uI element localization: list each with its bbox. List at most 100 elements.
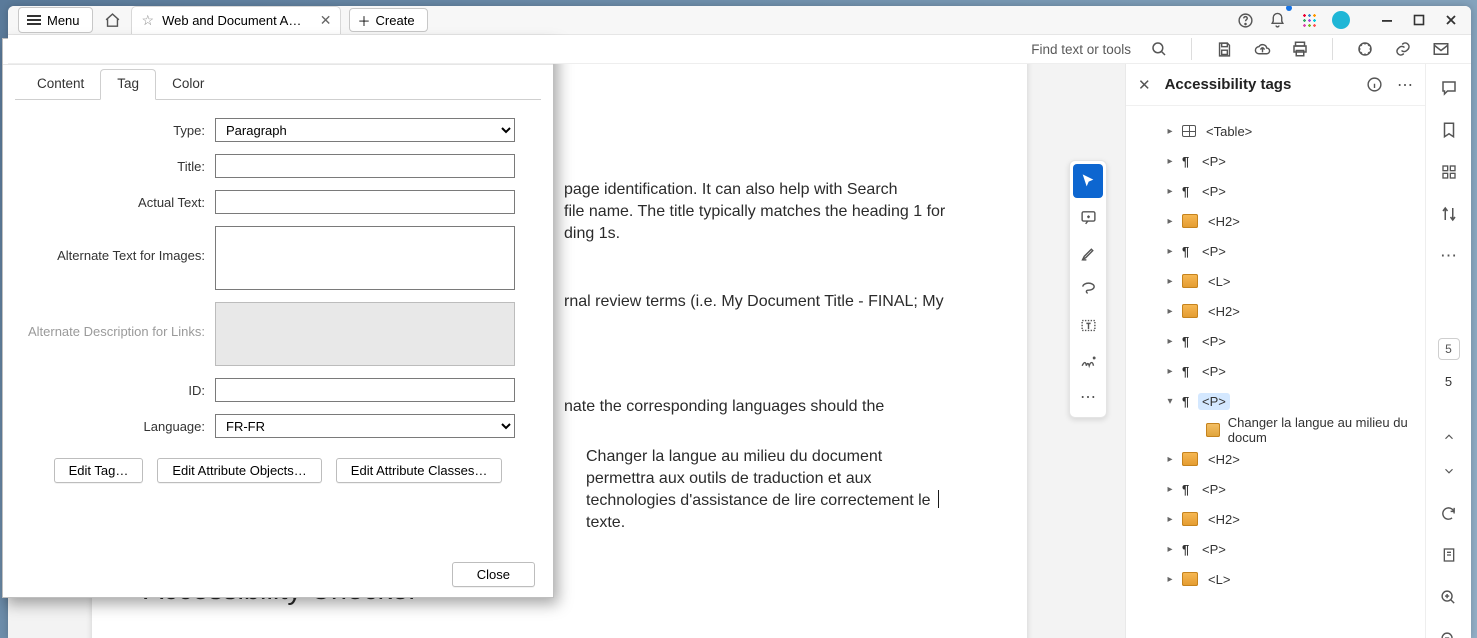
chevron-right-icon[interactable]: ▸ <box>1164 306 1176 317</box>
tool-bar: Find text or tools <box>8 35 1471 64</box>
chevron-right-icon[interactable]: ▸ <box>1164 216 1176 227</box>
star-icon[interactable]: ☆ <box>142 12 155 29</box>
thumbnails-panel-icon[interactable] <box>1435 158 1463 186</box>
chevron-right-icon[interactable]: ▸ <box>1164 514 1176 525</box>
chevron-right-icon[interactable]: ▸ <box>1164 454 1176 465</box>
cloud-upload-icon[interactable] <box>1248 35 1276 63</box>
tags-tree[interactable]: ▸<Table>▸¶<P>▸¶<P>▸<H2>▸¶<P>▸<L>▸<H2>▸¶<… <box>1126 106 1425 638</box>
tab-content[interactable]: Content <box>21 70 100 99</box>
menu-button[interactable]: Menu <box>18 7 93 33</box>
page-badge[interactable]: 5 <box>1438 338 1460 360</box>
panel-title: Accessibility tags <box>1165 76 1352 93</box>
tag-node[interactable]: ▸¶<P> <box>1136 474 1419 504</box>
zoom-out-icon[interactable] <box>1435 625 1463 638</box>
body-text: rnal review terms (i.e. My Document Titl… <box>564 291 944 313</box>
tag-node[interactable]: ▸<H2> <box>1136 296 1419 326</box>
comment-tool-icon[interactable] <box>1073 200 1103 234</box>
tab-close-icon[interactable]: ✕ <box>320 12 332 29</box>
chevron-right-icon[interactable]: ▸ <box>1164 276 1176 287</box>
page-number: 5 <box>1445 374 1452 389</box>
home-icon[interactable] <box>99 6 127 34</box>
chevron-right-icon[interactable]: ▸ <box>1164 246 1176 257</box>
lasso-tool-icon[interactable] <box>1073 272 1103 306</box>
chevron-right-icon[interactable]: ▸ <box>1164 574 1176 585</box>
tag-node[interactable]: ▾¶<P> <box>1136 386 1419 416</box>
print-icon[interactable] <box>1286 35 1314 63</box>
panel-close-icon[interactable]: ✕ <box>1138 76 1151 94</box>
mail-icon[interactable] <box>1427 35 1455 63</box>
chevron-right-icon[interactable]: ▸ <box>1164 366 1176 377</box>
chevron-down-icon[interactable]: ▾ <box>1164 396 1176 407</box>
window-close-icon[interactable] <box>1437 6 1465 34</box>
document-tab[interactable]: ☆ Web and Document Acc… ✕ <box>131 6 341 34</box>
tag-node[interactable]: ▸<H2> <box>1136 444 1419 474</box>
rotate-icon[interactable] <box>1435 499 1463 527</box>
accessibility-tags-panel: ✕ Accessibility tags ⋯ ▸<Table>▸¶<P>▸¶<P… <box>1125 64 1425 638</box>
tag-node[interactable]: ▸<L> <box>1136 564 1419 594</box>
highlight-tool-icon[interactable] <box>1073 236 1103 270</box>
title-bar: Menu ☆ Web and Document Acc… ✕ ＋Create <box>8 6 1471 35</box>
alt-text-input[interactable] <box>215 226 515 290</box>
page-display-icon[interactable] <box>1435 541 1463 569</box>
chevron-right-icon[interactable]: ▸ <box>1164 126 1176 137</box>
search-icon[interactable] <box>1145 35 1173 63</box>
tab-tag[interactable]: Tag <box>100 69 156 100</box>
select-tool-icon[interactable] <box>1073 164 1103 198</box>
chevron-right-icon[interactable]: ▸ <box>1164 544 1176 555</box>
zoom-in-icon[interactable] <box>1435 583 1463 611</box>
profile-avatar[interactable] <box>1327 6 1355 34</box>
tag-label: <P> <box>1198 393 1230 410</box>
compare-panel-icon[interactable] <box>1435 200 1463 228</box>
id-input[interactable] <box>215 378 515 402</box>
textbox-tool-icon[interactable] <box>1073 308 1103 342</box>
close-button[interactable]: Close <box>452 562 535 587</box>
tag-label: <Table> <box>1202 123 1256 140</box>
type-select[interactable]: Paragraph <box>215 118 515 142</box>
text-caret <box>938 490 939 508</box>
window-maximize-icon[interactable] <box>1405 6 1433 34</box>
language-select[interactable]: FR-FR <box>215 414 515 438</box>
tag-node[interactable]: ▸<L> <box>1136 266 1419 296</box>
tag-node[interactable]: ▸¶<P> <box>1136 534 1419 564</box>
tag-node[interactable]: ▸¶<P> <box>1136 146 1419 176</box>
tag-node[interactable]: ▸¶<P> <box>1136 356 1419 386</box>
chevron-right-icon[interactable]: ▸ <box>1164 186 1176 197</box>
page-up-icon[interactable] <box>1435 423 1463 451</box>
chevron-right-icon[interactable]: ▸ <box>1164 156 1176 167</box>
window-minimize-icon[interactable] <box>1373 6 1401 34</box>
tag-child-node[interactable]: Changer la langue au milieu du docum <box>1168 416 1419 444</box>
bookmark-panel-icon[interactable] <box>1435 116 1463 144</box>
notifications-icon[interactable] <box>1263 6 1291 34</box>
sign-tool-icon[interactable] <box>1073 344 1103 378</box>
tag-node[interactable]: ▸ <Table> <box>1136 116 1419 146</box>
help-icon[interactable] <box>1231 6 1259 34</box>
tag-node[interactable]: ▸<H2> <box>1136 504 1419 534</box>
create-button[interactable]: ＋Create <box>349 8 428 32</box>
actual-text-input[interactable] <box>215 190 515 214</box>
more-panels-icon[interactable]: ⋯ <box>1435 242 1463 270</box>
tag-node[interactable]: ▸¶<P> <box>1136 176 1419 206</box>
edit-tag-button[interactable]: Edit Tag… <box>54 458 144 483</box>
title-input[interactable] <box>215 154 515 178</box>
panel-info-icon[interactable] <box>1366 76 1383 93</box>
ai-assist-icon[interactable] <box>1351 35 1379 63</box>
tag-node[interactable]: ▸<H2> <box>1136 206 1419 236</box>
quick-tools-bar: ⋯ <box>1069 160 1107 418</box>
chevron-right-icon[interactable]: ▸ <box>1164 484 1176 495</box>
create-label: Create <box>376 13 415 28</box>
find-label[interactable]: Find text or tools <box>1031 42 1131 57</box>
tag-node[interactable]: ▸¶<P> <box>1136 236 1419 266</box>
edit-attribute-objects-button[interactable]: Edit Attribute Objects… <box>157 458 321 483</box>
panel-more-icon[interactable]: ⋯ <box>1397 75 1413 95</box>
apps-icon[interactable] <box>1295 6 1323 34</box>
chevron-right-icon[interactable]: ▸ <box>1164 336 1176 347</box>
paragraph-icon: ¶ <box>1182 184 1192 199</box>
chat-panel-icon[interactable] <box>1435 74 1463 102</box>
edit-attribute-classes-button[interactable]: Edit Attribute Classes… <box>336 458 503 483</box>
tag-node[interactable]: ▸¶<P> <box>1136 326 1419 356</box>
page-down-icon[interactable] <box>1435 457 1463 485</box>
save-icon[interactable] <box>1210 35 1238 63</box>
tab-color[interactable]: Color <box>156 70 220 99</box>
more-tools-icon[interactable]: ⋯ <box>1073 380 1103 414</box>
link-icon[interactable] <box>1389 35 1417 63</box>
